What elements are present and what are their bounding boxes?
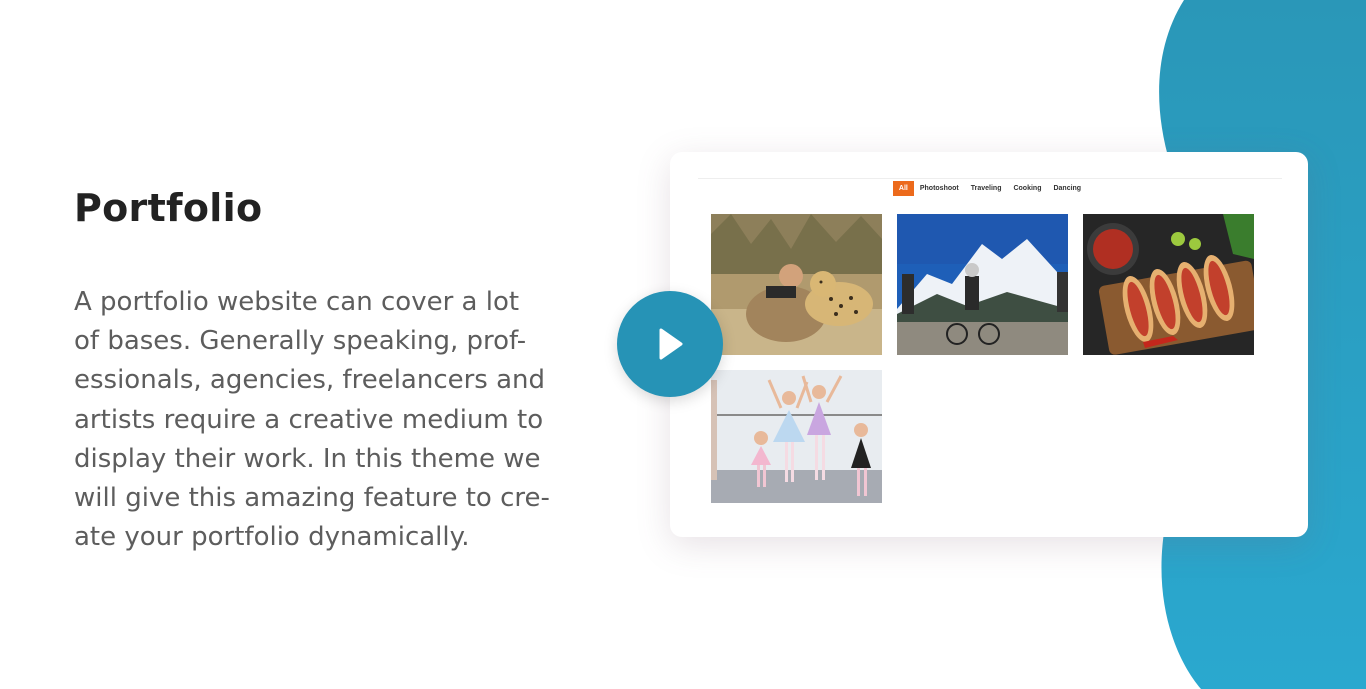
cyclists-mountains-image bbox=[897, 214, 1068, 355]
portfolio-item-traveling[interactable] bbox=[897, 214, 1068, 355]
description-line: artists require a creative medium to bbox=[74, 404, 544, 435]
portfolio-filter-bar: All Photoshoot Traveling Cooking Dancing bbox=[698, 181, 1282, 196]
tacos-image bbox=[1083, 214, 1254, 355]
description-line: A portfolio website can cover a lot bbox=[74, 287, 520, 317]
filter-all[interactable]: All bbox=[892, 181, 914, 196]
portfolio-preview-screen: All Photoshoot Traveling Cooking Dancing bbox=[698, 178, 1282, 503]
description-line: will give this amazing feature to cre- bbox=[74, 483, 550, 514]
filter-cooking[interactable]: Cooking bbox=[1007, 181, 1047, 196]
portfolio-item-photoshoot[interactable] bbox=[711, 214, 882, 355]
play-video-button[interactable] bbox=[617, 291, 723, 397]
photographer-cheetah-image bbox=[711, 214, 882, 355]
description-line: of bases. Generally speaking, prof- bbox=[74, 326, 527, 357]
portfolio-preview-card: All Photoshoot Traveling Cooking Dancing bbox=[670, 152, 1308, 537]
section-description: A portfolio website can cover a lot of b… bbox=[74, 283, 594, 557]
filter-photoshoot[interactable]: Photoshoot bbox=[914, 181, 965, 196]
section-title: Portfolio bbox=[74, 186, 263, 230]
description-line: essionals, agencies, freelancers and bbox=[74, 365, 546, 396]
description-line: ate your portfolio dynamically. bbox=[74, 522, 470, 553]
portfolio-item-dancing[interactable] bbox=[711, 370, 882, 503]
play-icon bbox=[659, 328, 683, 360]
description-line: display their work. In this theme we bbox=[74, 443, 541, 474]
portfolio-item-cooking[interactable] bbox=[1083, 214, 1254, 355]
filter-traveling[interactable]: Traveling bbox=[965, 181, 1008, 196]
filter-dancing[interactable]: Dancing bbox=[1047, 181, 1087, 196]
ballet-children-image bbox=[711, 370, 882, 503]
